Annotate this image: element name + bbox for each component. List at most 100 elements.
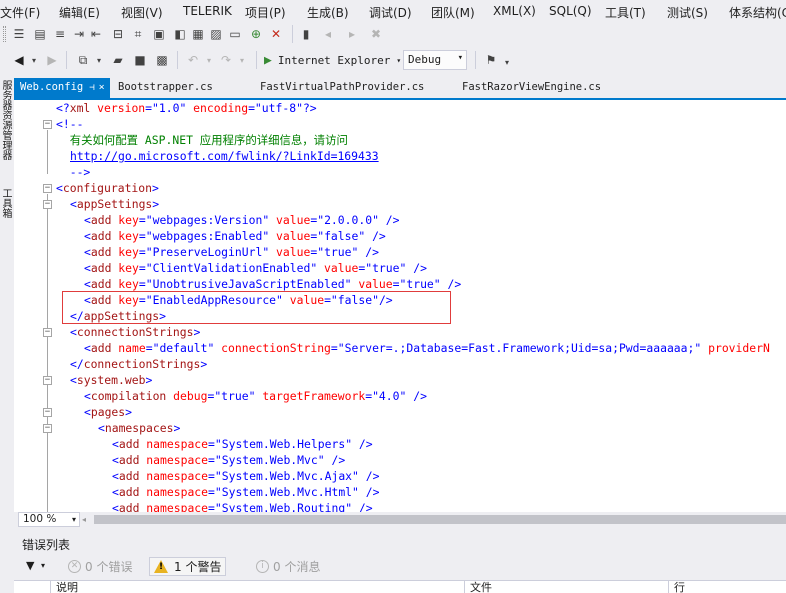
- undo-dropdown-icon[interactable]: ▾: [201, 52, 217, 68]
- attach-process-icon[interactable]: ⚑: [483, 52, 499, 68]
- collapse-icon[interactable]: −: [43, 120, 52, 129]
- collapse-icon[interactable]: −: [43, 376, 52, 385]
- indent-icon[interactable]: ⇥: [71, 26, 87, 42]
- format-icon[interactable]: ⌗: [130, 26, 146, 42]
- clear-bookmarks-icon[interactable]: ✖: [368, 26, 384, 42]
- menu-architecture[interactable]: 体系结构(C): [729, 4, 786, 21]
- menu-team[interactable]: 团队(M): [431, 4, 475, 21]
- properties-icon[interactable]: ▨: [208, 26, 224, 42]
- warnings-count: 1 个警告: [174, 560, 222, 574]
- column-description[interactable]: 说明: [56, 581, 78, 593]
- messages-count: 0 个消息: [273, 560, 321, 574]
- class-view-icon[interactable]: ◧: [172, 26, 188, 42]
- code-line-connection: <add name="default" connectionString="Se…: [84, 341, 770, 355]
- align-left-icon[interactable]: ≡: [52, 26, 68, 42]
- messages-filter-button[interactable]: i 0 个消息: [252, 557, 324, 576]
- redo-dropdown-icon[interactable]: ▾: [234, 52, 250, 68]
- warnings-filter-button[interactable]: ! 1 个警告: [149, 557, 227, 576]
- chevron-down-icon: ▾: [71, 515, 76, 524]
- screenshot-icon[interactable]: ▣: [151, 26, 167, 42]
- code-line: <?xml version="1.0" encoding="utf-8"?>: [56, 101, 317, 115]
- back-icon[interactable]: ◀: [11, 52, 27, 68]
- code-line: <compilation debug="true" targetFramewor…: [84, 389, 427, 403]
- editor-statusbar: 100 % ▾ ◂: [14, 512, 786, 528]
- menu-file[interactable]: 文件(F): [0, 4, 40, 21]
- open-file-icon[interactable]: ▰: [110, 52, 126, 68]
- close-icon[interactable]: ×: [99, 82, 105, 93]
- prev-bookmark-icon[interactable]: ◂: [320, 26, 336, 42]
- menu-edit[interactable]: 编辑(E): [59, 4, 100, 21]
- tab-label: Web.config: [20, 81, 84, 93]
- tab-web-config[interactable]: Web.config ⊣ ×: [14, 78, 110, 98]
- save-all-icon[interactable]: ▩: [154, 52, 170, 68]
- menu-tools[interactable]: 工具(T): [605, 4, 646, 21]
- zoom-select[interactable]: 100 % ▾: [18, 512, 80, 527]
- fold-guide: [47, 130, 48, 174]
- comment-link[interactable]: http://go.microsoft.com/fwlink/?LinkId=1…: [70, 148, 379, 164]
- toolbar-grip[interactable]: [3, 26, 6, 42]
- code-line-setting: <add key="webpages:Version" value="2.0.0…: [84, 213, 400, 227]
- menu-test[interactable]: 测试(S): [667, 4, 708, 21]
- code-editor[interactable]: − − − − − − − <?xml version="1.0" encodi…: [14, 100, 786, 512]
- pin-icon[interactable]: ⊣: [89, 83, 94, 93]
- collapse-icon[interactable]: −: [43, 200, 52, 209]
- collapse-icon[interactable]: −: [43, 328, 52, 337]
- start-debugging-button[interactable]: ▶ Internet Explorer ▾: [264, 51, 401, 69]
- delete-icon[interactable]: ✕: [268, 26, 284, 42]
- menu-telerik[interactable]: TELERIK: [183, 4, 232, 18]
- undo-icon[interactable]: ↶: [185, 52, 201, 68]
- menu-xml[interactable]: XML(X): [493, 4, 536, 18]
- next-bookmark-icon[interactable]: ▸: [344, 26, 360, 42]
- document-tabs: Web.config ⊣ × Bootstrapper.cs FastVirtual…: [14, 78, 786, 98]
- menu-sql[interactable]: SQL(Q): [549, 4, 592, 18]
- toggle-icon[interactable]: ⊟: [110, 26, 126, 42]
- collapse-icon[interactable]: −: [43, 408, 52, 417]
- tab-fast-virtual-path-provider[interactable]: FastVirtualPathProvider.cs: [254, 78, 430, 98]
- outline-icon[interactable]: ☰: [11, 26, 27, 42]
- toolbar-options-icon[interactable]: ▾: [499, 54, 515, 70]
- column-file[interactable]: 文件: [470, 581, 492, 593]
- redo-icon[interactable]: ↷: [218, 52, 234, 68]
- menu-build[interactable]: 生成(B): [307, 4, 349, 21]
- comment-icon[interactable]: ▭: [227, 26, 243, 42]
- menu-project[interactable]: 项目(P): [245, 4, 286, 21]
- column-separator: [668, 581, 669, 593]
- errors-count: 0 个错误: [85, 560, 133, 574]
- save-icon[interactable]: ■: [132, 52, 148, 68]
- tab-label: FastVirtualPathProvider.cs: [260, 81, 425, 93]
- tab-fast-razor-view-engine[interactable]: FastRazorViewEngine.cs: [456, 78, 607, 98]
- menu-view[interactable]: 视图(V): [121, 4, 163, 21]
- add-breakpoint-icon[interactable]: ⊕: [248, 26, 264, 42]
- warning-icon: !: [154, 560, 168, 573]
- server-explorer-tab[interactable]: 服务器资源管理器: [0, 80, 13, 160]
- new-project-dropdown-icon[interactable]: ▾: [91, 52, 107, 68]
- highlight-annotation-box: [62, 291, 451, 324]
- error-icon: ✕: [68, 560, 81, 573]
- editor-margin: [14, 100, 40, 512]
- errors-filter-button[interactable]: ✕ 0 个错误: [64, 557, 136, 576]
- outdent-icon[interactable]: ⇤: [88, 26, 104, 42]
- tab-bootstrapper[interactable]: Bootstrapper.cs: [112, 78, 219, 98]
- filter-dropdown-icon[interactable]: ▾: [41, 561, 45, 570]
- column-line[interactable]: 行: [674, 581, 685, 593]
- new-project-icon[interactable]: ⧉: [75, 52, 91, 68]
- filter-icon[interactable]: ▼: [26, 559, 34, 572]
- document-icon[interactable]: ▤: [32, 26, 48, 42]
- error-list-toolbar: ▼ ▾ ✕ 0 个错误 ! 1 个警告 i 0 个消息: [14, 554, 786, 578]
- run-target-dropdown-icon[interactable]: ▾: [396, 56, 401, 65]
- code-line-setting: <add key="UnobtrusiveJavaScriptEnabled" …: [84, 277, 462, 291]
- forward-icon[interactable]: ▶: [44, 52, 60, 68]
- collapse-icon[interactable]: −: [43, 184, 52, 193]
- back-dropdown-icon[interactable]: ▾: [26, 52, 42, 68]
- scroll-left-icon[interactable]: ◂: [82, 515, 86, 524]
- solution-configuration-select[interactable]: Debug ▾: [403, 50, 467, 70]
- toolbar-separator: [292, 25, 293, 43]
- menu-debug[interactable]: 调试(D): [369, 4, 412, 21]
- horizontal-scrollbar-thumb[interactable]: [94, 515, 786, 524]
- column-separator: [464, 581, 465, 593]
- list-icon[interactable]: ▦: [190, 26, 206, 42]
- collapse-icon[interactable]: −: [43, 424, 52, 433]
- toolbox-tab[interactable]: 工具箱: [0, 188, 13, 218]
- toolbar-separator: [177, 51, 178, 69]
- bookmark-icon[interactable]: ▮: [298, 26, 314, 42]
